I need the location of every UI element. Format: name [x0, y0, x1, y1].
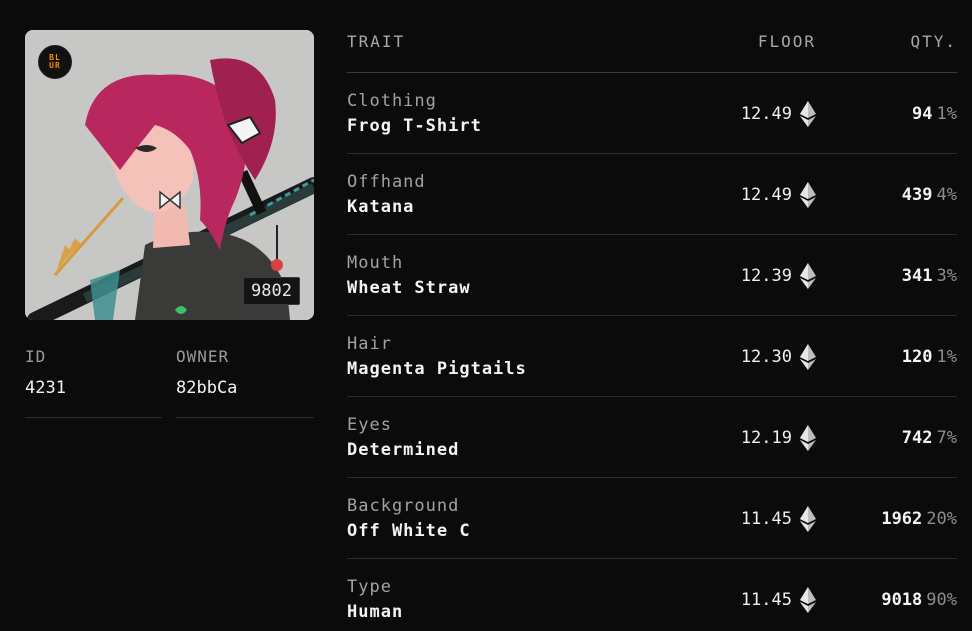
nft-detail-page: BL UR 9802 ID 4231 OWNER 82bbCa TRAIT FL… — [0, 0, 972, 631]
ethereum-icon — [800, 506, 816, 532]
qty-count: 341 — [901, 266, 933, 286]
header-trait[interactable]: TRAIT — [347, 32, 405, 51]
trait-quantity: 1962 20% — [881, 509, 957, 529]
trait-row[interactable]: Mouth Wheat Straw 12.39 341 3% — [347, 235, 957, 316]
trait-value: Wheat Straw — [347, 278, 471, 298]
traits-table: TRAIT FLOOR QTY. Clothing Frog T-Shirt 1… — [347, 25, 957, 631]
ethereum-icon — [800, 587, 816, 613]
ethereum-icon — [800, 182, 816, 208]
floor-price: 11.45 — [741, 506, 816, 532]
id-value: 4231 — [25, 378, 66, 398]
qty-count: 1962 — [881, 509, 923, 529]
trait-row[interactable]: Type Human 11.45 9018 90% — [347, 559, 957, 631]
ethereum-icon — [800, 344, 816, 370]
id-label: ID — [25, 347, 47, 366]
floor-value: 11.45 — [740, 590, 792, 610]
trait-quantity: 94 1% — [912, 104, 957, 124]
trait-value: Frog T-Shirt — [347, 116, 482, 136]
trait-category: Hair — [347, 334, 392, 354]
nft-image[interactable]: BL UR 9802 — [25, 30, 314, 320]
trait-category: Type — [347, 577, 392, 597]
floor-value: 12.49 — [740, 185, 792, 205]
ethereum-icon — [800, 263, 816, 289]
trait-quantity: 120 1% — [902, 347, 957, 367]
trait-value: Human — [347, 602, 404, 622]
floor-value: 12.49 — [740, 104, 792, 124]
qty-percent: 20% — [926, 509, 957, 529]
owner-field: OWNER 82bbCa — [176, 344, 314, 418]
header-floor[interactable]: FLOOR — [758, 32, 816, 51]
floor-value: 12.30 — [740, 347, 792, 367]
ethereum-icon — [800, 425, 816, 451]
logo-line-2: UR — [49, 61, 61, 70]
trait-value: Off White C — [347, 521, 471, 541]
floor-price: 11.45 — [741, 587, 816, 613]
floor-value: 12.39 — [740, 266, 792, 286]
qty-count: 94 — [912, 104, 933, 124]
trait-quantity: 742 7% — [902, 428, 957, 448]
qty-percent: 1% — [936, 104, 957, 124]
qty-percent: 1% — [936, 347, 957, 367]
rank-badge: 9802 — [243, 277, 300, 305]
qty-count: 742 — [901, 428, 933, 448]
trait-quantity: 9018 90% — [881, 590, 957, 610]
trait-row[interactable]: Eyes Determined 12.19 742 7% — [347, 397, 957, 478]
qty-percent: 7% — [936, 428, 957, 448]
trait-category: Eyes — [347, 415, 392, 435]
qty-percent: 90% — [926, 590, 957, 610]
trait-value: Katana — [347, 197, 415, 217]
floor-price: 12.30 — [741, 344, 816, 370]
trait-category: Offhand — [347, 172, 426, 192]
owner-value[interactable]: 82bbCa — [176, 378, 314, 398]
blur-logo-icon: BL UR — [38, 45, 72, 79]
qty-count: 120 — [901, 347, 933, 367]
trait-quantity: 341 3% — [902, 266, 957, 286]
trait-category: Mouth — [347, 253, 404, 273]
qty-percent: 4% — [936, 185, 957, 205]
trait-row[interactable]: Clothing Frog T-Shirt 12.49 94 1% — [347, 73, 957, 154]
id-field: ID 4231 — [25, 344, 162, 418]
floor-price: 12.39 — [741, 263, 816, 289]
trait-category: Clothing — [347, 91, 437, 111]
floor-price: 12.19 — [741, 425, 816, 451]
trait-quantity: 439 4% — [902, 185, 957, 205]
trait-value: Magenta Pigtails — [347, 359, 527, 379]
ethereum-icon — [800, 101, 816, 127]
qty-count: 439 — [901, 185, 933, 205]
trait-row[interactable]: Background Off White C 11.45 1962 20% — [347, 478, 957, 559]
traits-header: TRAIT FLOOR QTY. — [347, 25, 957, 73]
qty-percent: 3% — [936, 266, 957, 286]
trait-value: Determined — [347, 440, 460, 460]
floor-price: 12.49 — [741, 182, 816, 208]
header-qty[interactable]: QTY. — [910, 32, 957, 51]
trait-category: Background — [347, 496, 460, 516]
floor-value: 11.45 — [740, 509, 792, 529]
floor-price: 12.49 — [741, 101, 816, 127]
qty-count: 9018 — [881, 590, 923, 610]
owner-label: OWNER — [176, 347, 230, 366]
trait-row[interactable]: Hair Magenta Pigtails 12.30 120 1% — [347, 316, 957, 397]
trait-row[interactable]: Offhand Katana 12.49 439 4% — [347, 154, 957, 235]
floor-value: 12.19 — [740, 428, 792, 448]
